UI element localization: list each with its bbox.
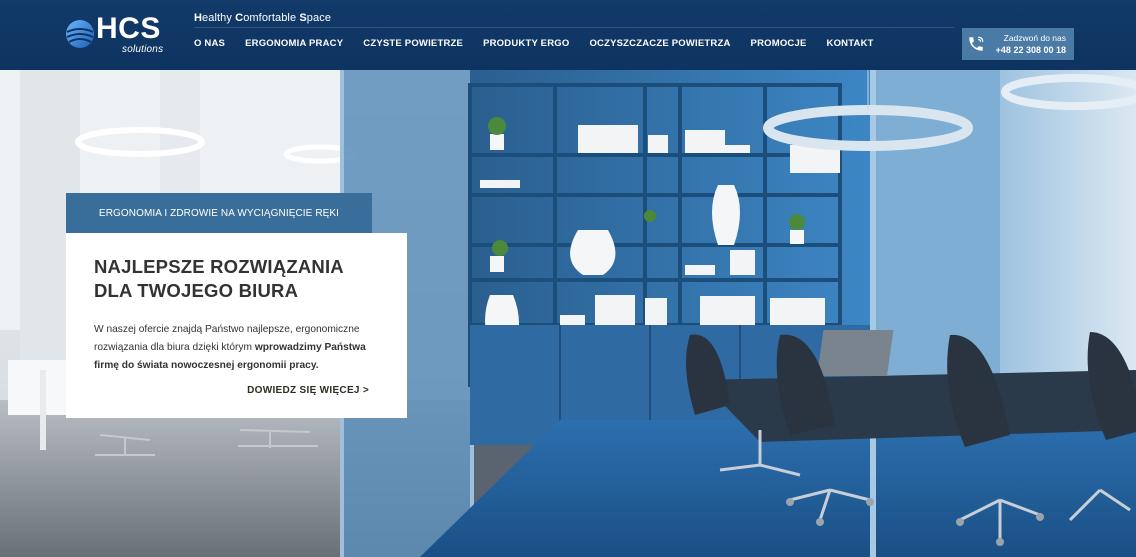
promo-tab: ERGONOMIA I ZDROWIE NA WYCIĄGNIĘCIE RĘKI (66, 193, 372, 233)
promo-title: NAJLEPSZE ROZWIĄZANIA DLA TWOJEGO BIURA (94, 255, 379, 303)
nav-item-o-nas[interactable]: O NAS (194, 38, 225, 49)
promo-title-light: NAJLEPSZE (94, 256, 211, 277)
tagline-part: omfortable (243, 12, 300, 24)
nav-item-czyste-powietrze[interactable]: CZYSTE POWIETRZE (363, 38, 463, 49)
nav-item-oczyszczacze-powietrza[interactable]: OCZYSZCZACZE POWIETRZA (589, 38, 730, 49)
tagline: Healthy Comfortable Space (194, 12, 331, 24)
phone-icon (962, 28, 990, 60)
call-number[interactable]: +48 22 308 00 18 (990, 44, 1066, 56)
tagline-part: S (299, 12, 307, 24)
logo-text: HCS (96, 12, 161, 45)
nav-item-produkty-ergo[interactable]: PRODUKTY ERGO (483, 38, 569, 49)
site-header: HCS solutions Healthy Comfortable Space … (0, 0, 1136, 70)
promo-text: W naszej ofercie znajdą Państwo najlepsz… (94, 321, 379, 375)
tagline-part: H (194, 12, 203, 24)
divider (194, 27, 954, 28)
main-nav: O NAS ERGONOMIA PRACY CZYSTE POWIETRZE PROD… (194, 38, 894, 49)
tagline-part: ealthy (202, 12, 236, 24)
read-more-link[interactable]: DOWIEDZ SIĘ WIĘCEJ > (247, 385, 369, 396)
promo-card: NAJLEPSZE ROZWIĄZANIA DLA TWOJEGO BIURA … (66, 233, 407, 418)
call-box[interactable]: Zadzwoń do nas +48 22 308 00 18 (962, 28, 1074, 60)
logo-globe-icon (66, 20, 94, 48)
nav-item-promocje[interactable]: PROMOCJE (751, 38, 807, 49)
call-label: Zadzwoń do nas (1003, 33, 1066, 43)
call-text: Zadzwoń do nas +48 22 308 00 18 (990, 32, 1074, 56)
logo-sub: solutions (122, 44, 164, 55)
tagline-part: pace (306, 12, 332, 24)
tagline-part: C (235, 12, 244, 24)
nav-item-ergonomia-pracy[interactable]: ERGONOMIA PRACY (245, 38, 343, 49)
logo[interactable]: HCS solutions (64, 12, 174, 56)
nav-item-kontakt[interactable]: KONTAKT (827, 38, 874, 49)
